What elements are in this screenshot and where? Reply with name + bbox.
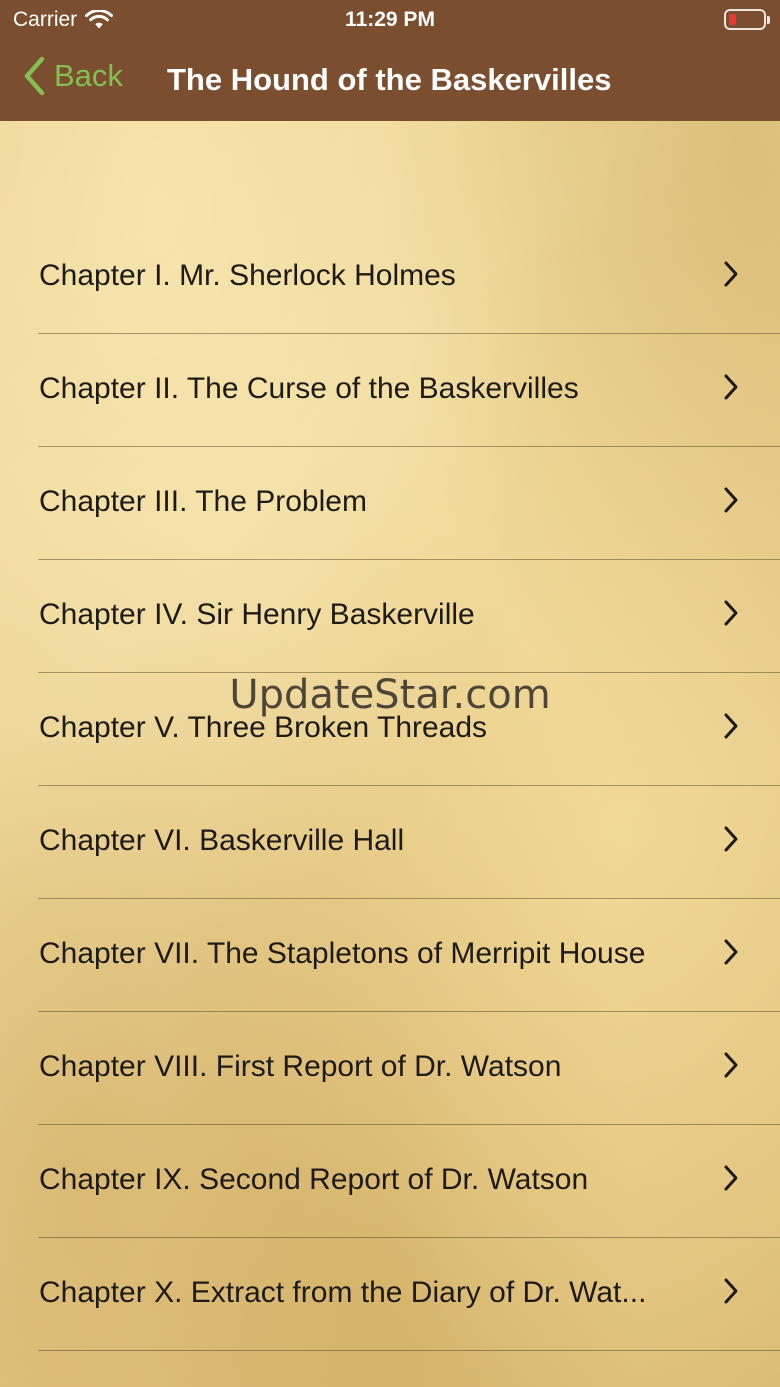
chevron-right-icon bbox=[724, 713, 738, 739]
top-bar: Carrier 11:29 PM Back The Hound of the B… bbox=[0, 0, 780, 121]
chevron-right-icon bbox=[724, 939, 738, 965]
chevron-right-icon bbox=[724, 1052, 738, 1078]
status-time: 11:29 PM bbox=[345, 8, 435, 31]
chapter-row[interactable]: Chapter II. The Curse of the Baskerville… bbox=[0, 334, 780, 447]
chapter-title: Chapter II. The Curse of the Baskerville… bbox=[39, 372, 579, 405]
chapter-title: Chapter X. Extract from the Diary of Dr.… bbox=[39, 1276, 647, 1309]
chapter-title: Chapter V. Three Broken Threads bbox=[39, 711, 488, 744]
chevron-right-icon bbox=[724, 1165, 738, 1191]
chapter-title: Chapter I. Mr. Sherlock Holmes bbox=[39, 259, 456, 292]
chapter-title: Chapter IV. Sir Henry Baskerville bbox=[39, 598, 475, 631]
row-divider bbox=[38, 1350, 780, 1351]
chevron-right-icon bbox=[724, 826, 738, 852]
chapter-title: Chapter VII. The Stapletons of Merripit … bbox=[39, 937, 646, 970]
chapter-row[interactable]: Chapter I. Mr. Sherlock Holmes bbox=[0, 221, 780, 334]
status-bar: Carrier 11:29 PM bbox=[0, 0, 780, 40]
chapter-title: Chapter III. The Problem bbox=[39, 485, 367, 518]
chapter-row[interactable]: Chapter V. Three Broken Threads bbox=[0, 673, 780, 786]
back-button[interactable]: Back bbox=[22, 56, 123, 96]
page-title: The Hound of the Baskervilles bbox=[167, 62, 612, 97]
chapter-row[interactable]: Chapter VIII. First Report of Dr. Watson bbox=[0, 1012, 780, 1125]
chapter-title: Chapter IX. Second Report of Dr. Watson bbox=[39, 1163, 589, 1196]
chapter-list: Chapter I. Mr. Sherlock Holmes Chapter I… bbox=[0, 221, 780, 1351]
chapter-row[interactable]: Chapter IV. Sir Henry Baskerville bbox=[0, 560, 780, 673]
chapter-title: Chapter VI. Baskerville Hall bbox=[39, 824, 405, 857]
chevron-right-icon bbox=[724, 487, 738, 513]
chevron-right-icon bbox=[724, 600, 738, 626]
battery-level bbox=[729, 14, 736, 25]
chapter-row[interactable]: Chapter III. The Problem bbox=[0, 447, 780, 560]
chapter-row[interactable]: Chapter VI. Baskerville Hall bbox=[0, 786, 780, 899]
chevron-right-icon bbox=[724, 374, 738, 400]
battery-icon bbox=[724, 9, 770, 30]
chevron-right-icon bbox=[724, 261, 738, 287]
chevron-right-icon bbox=[724, 1278, 738, 1304]
back-button-label: Back bbox=[54, 58, 123, 93]
chapter-row[interactable]: Chapter IX. Second Report of Dr. Watson bbox=[0, 1125, 780, 1238]
chapter-title: Chapter VIII. First Report of Dr. Watson bbox=[39, 1050, 562, 1083]
chapter-row[interactable]: Chapter VII. The Stapletons of Merripit … bbox=[0, 899, 780, 1012]
chapter-row[interactable]: Chapter X. Extract from the Diary of Dr.… bbox=[0, 1238, 780, 1351]
chevron-left-icon bbox=[24, 56, 45, 96]
navigation-bar: Back The Hound of the Baskervilles bbox=[0, 40, 780, 121]
